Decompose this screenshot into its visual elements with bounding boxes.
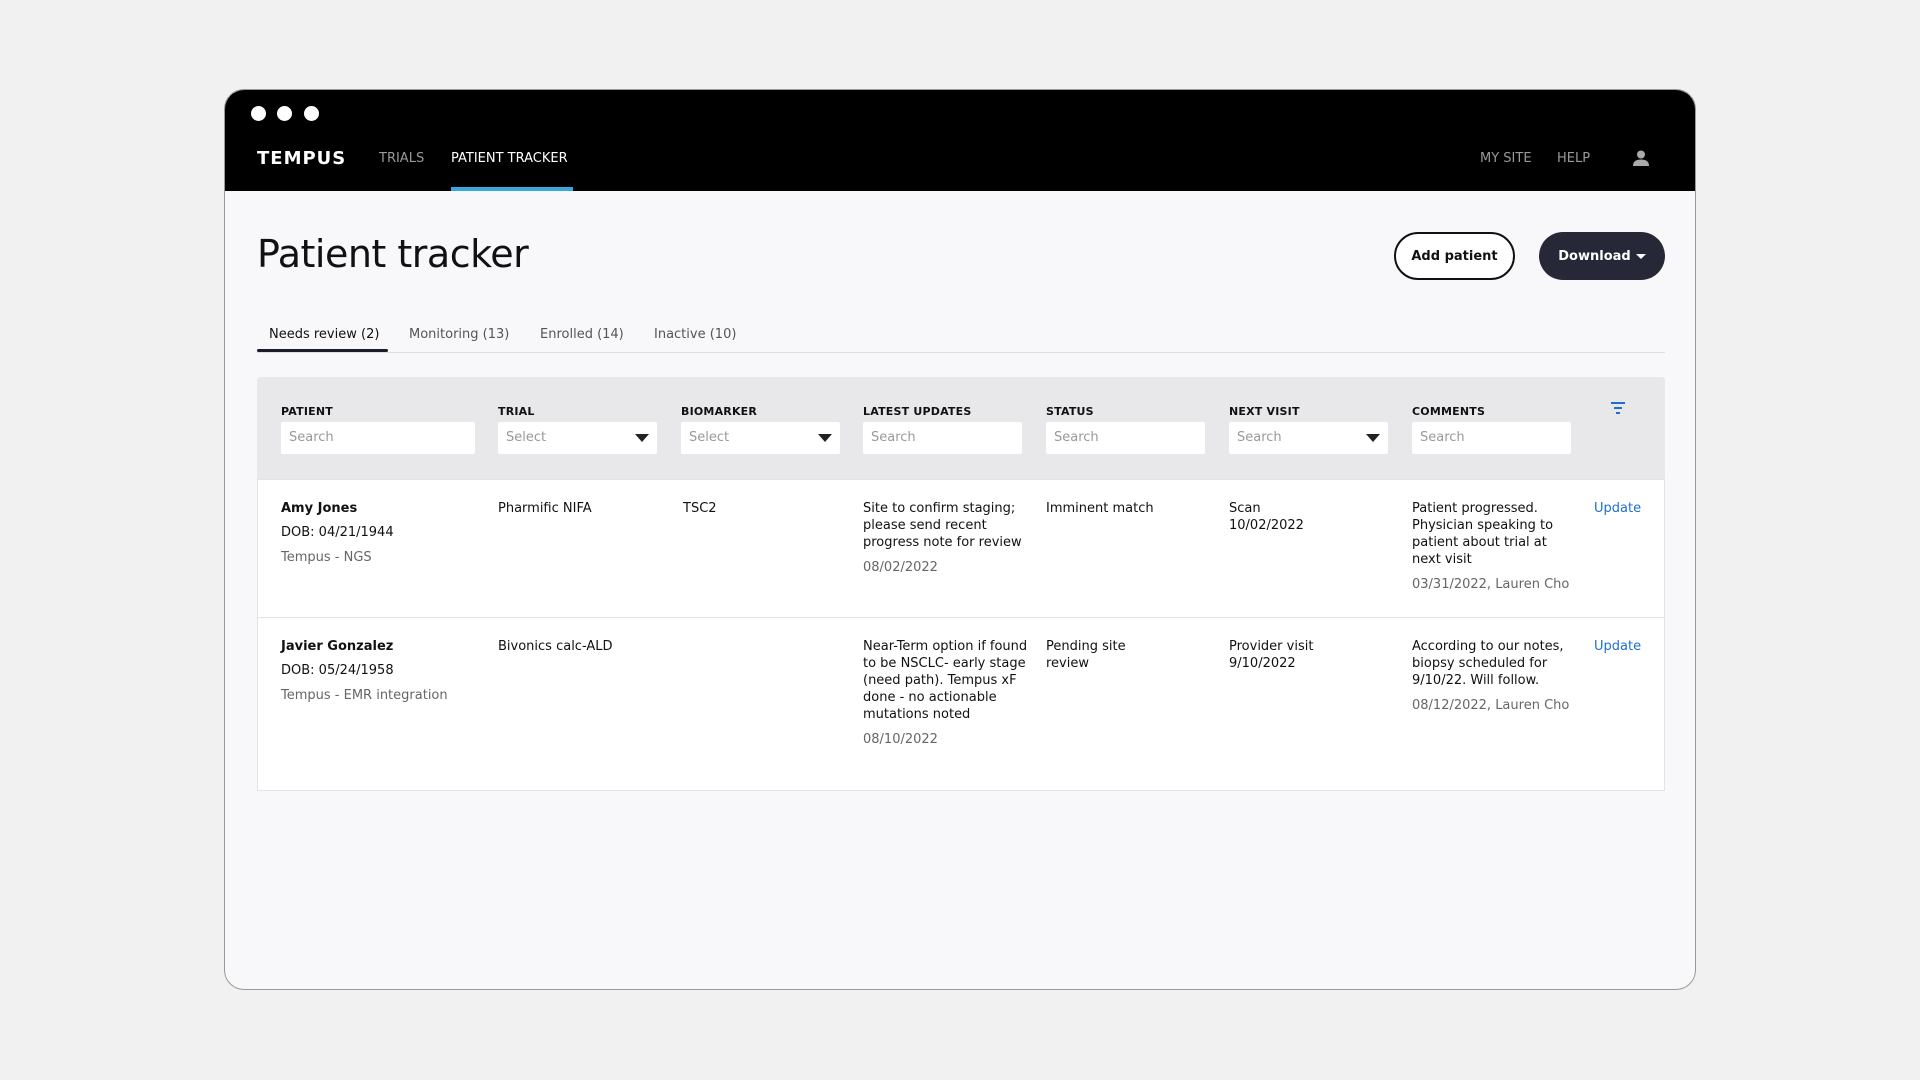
tab-monitoring[interactable]: Monitoring (13)	[409, 327, 509, 342]
caret-down-icon	[1635, 253, 1646, 259]
patient-source: Tempus - NGS	[281, 550, 372, 565]
user-icon[interactable]	[1633, 150, 1649, 166]
app-window: TEMPUS TRIALS PATIENT TRACKER MY SITE HE…	[224, 89, 1696, 990]
trial-cell: Pharmific NIFA	[498, 501, 592, 516]
column-trial: TRIAL	[498, 405, 535, 418]
biomarker-select-value: Select	[689, 430, 730, 445]
caret-down-icon	[818, 434, 832, 442]
patient-search-input[interactable]: Search	[281, 422, 475, 454]
latest-update-cell: Near-Term option if found to be NSCLC- e…	[863, 638, 1028, 748]
caret-down-icon	[1366, 434, 1380, 442]
visit-date: 10/02/2022	[1229, 518, 1304, 533]
update-date: 08/10/2022	[863, 732, 938, 747]
window-dot-icon	[277, 106, 292, 121]
latest-update-cell: Site to confirm staging; please send rec…	[863, 500, 1028, 576]
patient-name[interactable]: Javier Gonzalez	[281, 638, 471, 655]
column-latest-updates: LATEST UPDATES	[863, 405, 972, 418]
table-row: Javier Gonzalez DOB: 05/24/1958 Tempus - E…	[257, 618, 1665, 791]
patient-dob: DOB: 04/21/1944	[281, 525, 394, 540]
column-biomarker: BIOMARKER	[681, 405, 758, 418]
update-date: 08/02/2022	[863, 560, 938, 575]
comment-text: Patient progressed. Physician speaking t…	[1412, 501, 1554, 567]
window-dot-icon	[304, 106, 319, 121]
table-header: PATIENT TRIAL BIOMARKER LATEST UPDATES S…	[257, 377, 1665, 479]
patient-source: Tempus - EMR integration	[281, 688, 448, 703]
visit-type: Scan	[1229, 501, 1261, 516]
comments-search-input[interactable]: Search	[1412, 422, 1571, 454]
trial-select[interactable]: Select	[498, 422, 657, 454]
nav-help[interactable]: HELP	[1557, 151, 1590, 166]
update-text: Near-Term option if found to be NSCLC- e…	[863, 639, 1028, 722]
patient-cell: Javier Gonzalez DOB: 05/24/1958 Tempus - E…	[281, 638, 471, 704]
tab-needs-review[interactable]: Needs review (2)	[269, 327, 379, 342]
tab-enrolled[interactable]: Enrolled (14)	[540, 327, 624, 342]
biomarker-select[interactable]: Select	[681, 422, 840, 454]
filter-icon[interactable]	[1611, 402, 1625, 414]
add-patient-button[interactable]: Add patient	[1394, 232, 1515, 280]
logo: TEMPUS	[257, 148, 347, 169]
download-button[interactable]: Download	[1539, 232, 1665, 280]
comment-meta: 03/31/2022, Lauren Cho	[1412, 577, 1570, 592]
status-search-input[interactable]: Search	[1046, 422, 1205, 454]
comments-cell: According to our notes, biopsy scheduled…	[1412, 638, 1574, 714]
caret-down-icon	[635, 434, 649, 442]
update-text: Site to confirm staging; please send rec…	[863, 501, 1022, 550]
table-row: Amy Jones DOB: 04/21/1944 Tempus - NGS Pha…	[257, 479, 1665, 618]
patient-dob: DOB: 05/24/1958	[281, 663, 394, 678]
patient-cell: Amy Jones DOB: 04/21/1944 Tempus - NGS	[281, 500, 471, 566]
next-visit-cell: Scan 10/02/2022	[1229, 500, 1304, 534]
next-visit-cell: Provider visit 9/10/2022	[1229, 638, 1313, 672]
download-label: Download	[1558, 248, 1631, 264]
window-dot-icon	[251, 106, 266, 121]
comments-cell: Patient progressed. Physician speaking t…	[1412, 500, 1574, 593]
status-cell: Pending site review	[1046, 639, 1126, 671]
visit-type: Provider visit	[1229, 639, 1314, 654]
column-comments: COMMENTS	[1412, 405, 1486, 418]
update-link[interactable]: Update	[1594, 638, 1641, 655]
nav-trials[interactable]: TRIALS	[379, 151, 424, 166]
trial-cell: Bivonics calc-ALD	[498, 639, 613, 654]
tab-inactive[interactable]: Inactive (10)	[654, 327, 736, 342]
latest-updates-search-input[interactable]: Search	[863, 422, 1022, 454]
nav-patient-tracker[interactable]: PATIENT TRACKER	[451, 151, 568, 166]
column-patient: PATIENT	[281, 405, 333, 418]
column-status: STATUS	[1046, 405, 1094, 418]
patient-name[interactable]: Amy Jones	[281, 500, 471, 517]
visit-date: 9/10/2022	[1229, 656, 1296, 671]
trial-select-value: Select	[506, 430, 547, 445]
biomarker-cell: TSC2	[683, 501, 717, 516]
update-link[interactable]: Update	[1594, 500, 1641, 517]
tab-active-indicator	[257, 349, 388, 352]
tab-divider	[257, 352, 1665, 353]
comment-text: According to our notes, biopsy scheduled…	[1412, 639, 1564, 688]
nav-my-site[interactable]: MY SITE	[1480, 151, 1532, 166]
next-visit-select[interactable]: Search	[1229, 422, 1388, 454]
next-visit-select-value: Search	[1237, 430, 1282, 445]
comment-meta: 08/12/2022, Lauren Cho	[1412, 698, 1570, 713]
top-bar: TEMPUS TRIALS PATIENT TRACKER MY SITE HE…	[225, 90, 1695, 191]
status-cell: Imminent match	[1046, 501, 1154, 516]
column-next-visit: NEXT VISIT	[1229, 405, 1300, 418]
nav-active-indicator	[451, 187, 573, 191]
page-title: Patient tracker	[257, 232, 529, 276]
